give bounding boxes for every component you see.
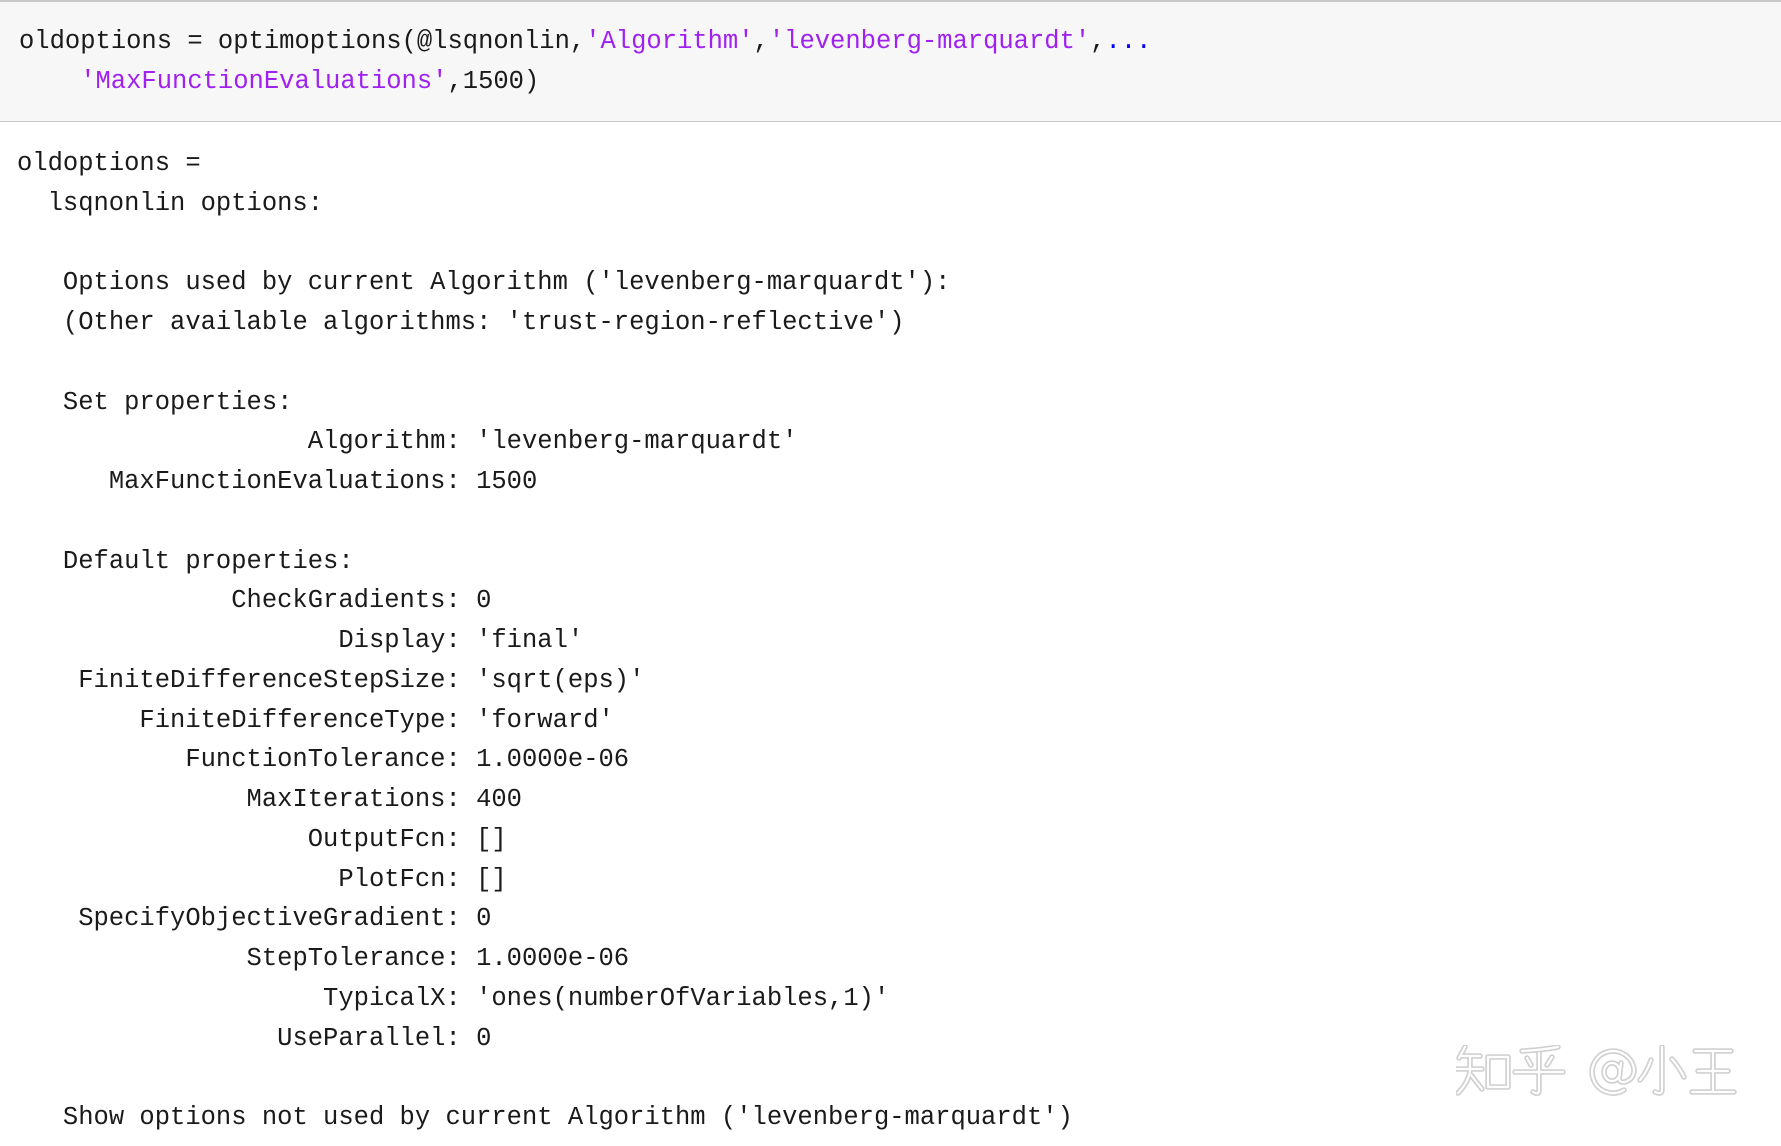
- watermark: [1456, 1045, 1738, 1099]
- property-value: 0: [476, 586, 492, 616]
- property-row-function-tolerance: FunctionTolerance: 1.0000e-06: [17, 740, 1757, 780]
- property-separator: :: [445, 824, 461, 854]
- property-name: Algorithm: [307, 427, 446, 457]
- property-value: 1.0000e-06: [476, 745, 630, 775]
- property-separator: :: [445, 785, 461, 814]
- property-value: 400: [476, 785, 522, 814]
- property-name: StepTolerance: [246, 944, 446, 973]
- other-algorithms-note: (Other available algorithms: 'trust-regi…: [62, 308, 905, 337]
- property-value: []: [476, 864, 507, 894]
- property-separator: :: [445, 983, 461, 1013]
- property-name: OutputFcn: [307, 824, 446, 854]
- property-value: 'ones(numberOfVariables,1)': [476, 983, 890, 1013]
- property-separator: :: [445, 586, 461, 616]
- property-row-check-gradients: CheckGradients: 0: [17, 581, 1757, 621]
- property-row-specify-objective-gradient: SpecifyObjectiveGradient: 0: [17, 899, 1757, 939]
- property-separator: :: [445, 467, 461, 496]
- string-literal-max-function-evaluations: 'MaxFunctionEvaluations': [80, 66, 448, 96]
- code-input-block: oldoptions = optimoptions(@lsqnonlin,'Al…: [0, 0, 1781, 122]
- property-name: SpecifyObjectiveGradient: [78, 904, 446, 934]
- line-continuation: ...: [1105, 27, 1152, 56]
- property-row-step-tolerance: StepTolerance: 1.0000e-06: [17, 939, 1757, 979]
- command-line-1: oldoptions = optimoptions(@lsqnonlin,'Al…: [19, 22, 1781, 62]
- argument-separator: ,: [753, 27, 769, 56]
- property-name: MaxFunctionEvaluations: [108, 467, 446, 496]
- property-value: []: [476, 824, 507, 854]
- show-unused-options: Show options not used by current Algorit…: [62, 1103, 1073, 1132]
- property-name: FunctionTolerance: [185, 745, 446, 775]
- property-value: 'levenberg-marquardt': [476, 427, 798, 457]
- command-call: oldoptions = optimoptions(@lsqnonlin,: [19, 27, 586, 56]
- argument-separator: ,: [1090, 27, 1106, 56]
- property-value: 1.0000e-06: [476, 944, 630, 973]
- property-separator: :: [445, 427, 461, 457]
- property-row-algorithm: Algorithm: 'levenberg-marquardt': [17, 422, 1757, 462]
- command-line-2: 'MaxFunctionEvaluations',1500): [19, 62, 1781, 102]
- output-assignment: oldoptions =: [17, 149, 201, 178]
- set-properties-heading: Set properties:: [62, 387, 293, 417]
- property-name: FiniteDifferenceType: [139, 705, 446, 735]
- string-literal-algorithm: 'Algorithm': [585, 27, 754, 56]
- property-name: UseParallel: [277, 1023, 446, 1053]
- property-row-output-fcn: OutputFcn: []: [17, 820, 1757, 860]
- object-header: lsqnonlin options:: [47, 188, 324, 218]
- property-row-plot-fcn: PlotFcn: []: [17, 860, 1757, 900]
- default-properties-heading: Default properties:: [62, 546, 354, 576]
- property-separator: :: [445, 626, 461, 655]
- property-value: 'forward': [476, 705, 614, 735]
- property-row-typical-x: TypicalX: 'ones(numberOfVariables,1)': [17, 979, 1757, 1019]
- property-separator: :: [445, 745, 461, 775]
- property-value: 'final': [476, 626, 584, 655]
- command-output: oldoptions = lsqnonlin options: Options …: [17, 144, 1757, 1138]
- property-name: Display: [338, 626, 446, 655]
- property-name: PlotFcn: [338, 864, 446, 894]
- property-name: FiniteDifferenceStepSize: [78, 665, 446, 695]
- string-literal-levenberg-marquardt: 'levenberg-marquardt': [768, 27, 1091, 56]
- command-call-end: ,1500): [447, 66, 540, 96]
- property-row-finite-difference-step-size: FiniteDifferenceStepSize: 'sqrt(eps)': [17, 661, 1757, 701]
- property-value: 1500: [476, 467, 538, 496]
- property-value: 0: [476, 904, 492, 934]
- property-row-max-iterations: MaxIterations: 400: [17, 780, 1757, 820]
- algorithm-note: Options used by current Algorithm ('leve…: [62, 268, 951, 298]
- property-separator: :: [445, 864, 461, 894]
- property-name: CheckGradients: [231, 586, 446, 616]
- property-row-finite-difference-type: FiniteDifferenceType: 'forward': [17, 701, 1757, 741]
- property-name: TypicalX: [323, 983, 446, 1013]
- property-value: 'sqrt(eps)': [476, 665, 645, 695]
- property-separator: :: [445, 904, 461, 934]
- property-name: MaxIterations: [246, 785, 446, 814]
- property-separator: :: [445, 944, 461, 973]
- property-value: 0: [476, 1023, 492, 1053]
- property-row-max-function-evaluations: MaxFunctionEvaluations: 1500: [17, 462, 1757, 502]
- property-separator: :: [445, 665, 461, 695]
- property-row-display: Display: 'final': [17, 621, 1757, 661]
- property-separator: :: [445, 705, 461, 735]
- property-separator: :: [445, 1023, 461, 1053]
